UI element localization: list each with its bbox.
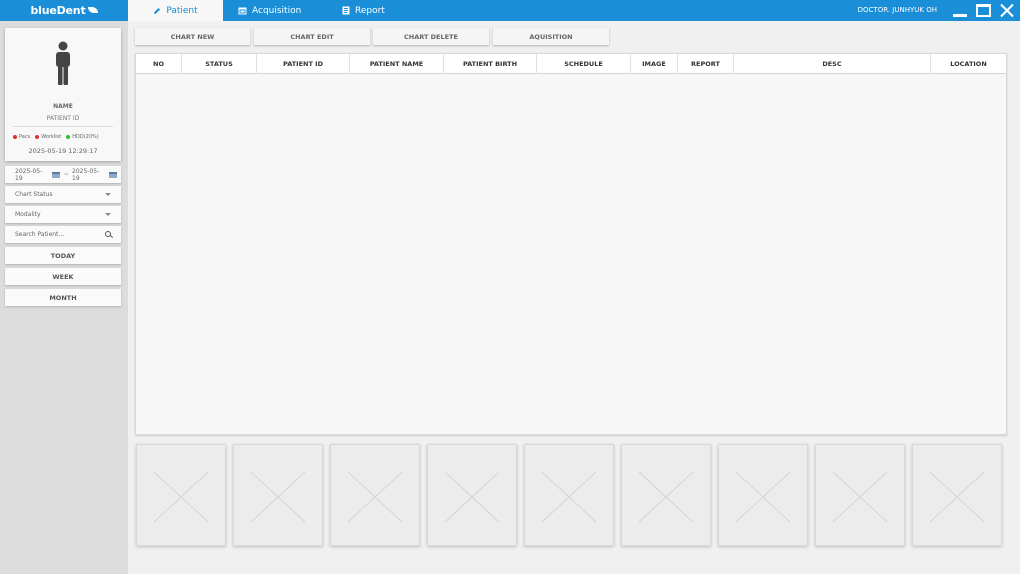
image-thumbnail[interactable] <box>524 444 614 546</box>
tab-acquisition[interactable]: Acquisition <box>238 0 318 21</box>
search-icon[interactable] <box>105 231 112 238</box>
col-report[interactable]: REPORT <box>678 54 734 74</box>
status-worklist: Worklist <box>35 134 61 140</box>
chart-status-value: Chart Status <box>15 191 53 198</box>
minimize-button[interactable] <box>952 3 968 18</box>
date-separator: ~ <box>63 171 70 178</box>
maximize-button[interactable] <box>976 4 991 17</box>
search-input[interactable]: Search Patient... <box>5 226 121 243</box>
col-desc[interactable]: DESC <box>734 54 931 74</box>
search-placeholder: Search Patient... <box>15 231 65 238</box>
status-pacs-label: Pacs <box>19 134 31 140</box>
empty-image-icon <box>638 471 694 523</box>
top-bar: blueDent Patient Acquisition Report DOCT… <box>0 0 1020 21</box>
col-patient-birth[interactable]: PATIENT BIRTH <box>444 54 537 74</box>
sidebar: NAME PATIENT ID Pacs Worklist HDD(20%) 2… <box>0 21 128 574</box>
status-dot-icon <box>35 134 40 139</box>
chevron-down-icon <box>105 213 111 216</box>
connection-status: Pacs Worklist HDD(20%) <box>13 134 99 140</box>
date-to[interactable]: 2025-05-19 <box>72 168 105 182</box>
tab-patient[interactable]: Patient <box>128 0 223 21</box>
empty-image-icon <box>832 471 888 523</box>
empty-image-icon <box>153 471 209 523</box>
status-worklist-label: Worklist <box>41 134 62 140</box>
empty-image-icon <box>541 471 597 523</box>
status-hdd-label: HDD(20%) <box>72 134 99 140</box>
patient-id: PATIENT ID <box>46 115 80 122</box>
image-thumbnail[interactable] <box>718 444 808 546</box>
calendar-icon[interactable] <box>109 171 117 178</box>
tab-report[interactable]: Report <box>342 0 402 21</box>
image-thumbnail[interactable] <box>815 444 905 546</box>
current-datetime: 2025-05-19 12:29:17 <box>28 147 98 155</box>
date-range: 2025-05-19 ~ 2025-05-19 <box>5 166 121 183</box>
tab-patient-label: Patient <box>166 5 198 16</box>
tab-report-label: Report <box>355 5 385 16</box>
modality-value: Modality <box>15 211 41 218</box>
acquisition-button[interactable]: AQUISITION <box>493 28 609 45</box>
image-thumbnail[interactable] <box>136 444 226 546</box>
acquisition-icon <box>238 7 247 15</box>
status-pacs: Pacs <box>13 134 30 140</box>
empty-image-icon <box>347 471 403 523</box>
col-image[interactable]: IMAGE <box>631 54 678 74</box>
avatar <box>54 41 72 85</box>
image-thumbnail[interactable] <box>427 444 517 546</box>
month-button[interactable]: MONTH <box>5 289 121 306</box>
patient-card: NAME PATIENT ID Pacs Worklist HDD(20%) 2… <box>5 28 121 161</box>
report-icon <box>342 6 350 15</box>
calendar-icon[interactable] <box>52 171 60 178</box>
chart-status-select[interactable]: Chart Status <box>5 186 121 203</box>
patient-name: NAME <box>53 103 73 110</box>
patient-table[interactable]: NO STATUS PATIENT ID PATIENT NAME PATIEN… <box>135 53 1007 435</box>
chart-new-button[interactable]: CHART NEW <box>135 28 250 45</box>
main-content: CHART NEW CHART EDIT CHART DELETE AQUISI… <box>128 21 1020 574</box>
modality-select[interactable]: Modality <box>5 206 121 223</box>
empty-image-icon <box>735 471 791 523</box>
col-location[interactable]: LOCATION <box>931 54 1006 74</box>
pencil-icon <box>153 7 161 15</box>
chart-delete-button[interactable]: CHART DELETE <box>373 28 489 45</box>
chevron-down-icon <box>105 193 111 196</box>
col-patient-id[interactable]: PATIENT ID <box>257 54 350 74</box>
image-thumbnail[interactable] <box>912 444 1002 546</box>
col-schedule[interactable]: SCHEDULE <box>537 54 631 74</box>
chart-edit-button[interactable]: CHART EDIT <box>254 28 370 45</box>
leaf-icon <box>87 6 98 13</box>
status-dot-icon <box>13 134 17 139</box>
status-dot-icon <box>66 134 71 139</box>
empty-image-icon <box>250 471 306 523</box>
tab-acquisition-label: Acquisition <box>252 5 302 16</box>
table-header: NO STATUS PATIENT ID PATIENT NAME PATIEN… <box>136 54 1006 74</box>
image-thumbnail[interactable] <box>233 444 323 546</box>
status-hdd: HDD(20%) <box>66 134 99 140</box>
empty-image-icon <box>444 471 500 523</box>
app-logo-text: blueDent <box>30 4 86 17</box>
col-no[interactable]: NO <box>136 54 182 74</box>
close-button[interactable] <box>999 3 1015 18</box>
empty-image-icon <box>929 471 985 523</box>
col-status[interactable]: STATUS <box>182 54 257 74</box>
image-thumbnail[interactable] <box>330 444 420 546</box>
today-button[interactable]: TODAY <box>5 247 121 264</box>
week-button[interactable]: WEEK <box>5 268 121 285</box>
date-from[interactable]: 2025-05-19 <box>15 168 48 182</box>
col-patient-name[interactable]: PATIENT NAME <box>350 54 444 74</box>
user-name: DOCTOR. JUNHYUK OH <box>857 6 937 14</box>
app-logo: blueDent <box>0 0 128 21</box>
image-thumbnail[interactable] <box>621 444 711 546</box>
divider <box>13 126 113 127</box>
